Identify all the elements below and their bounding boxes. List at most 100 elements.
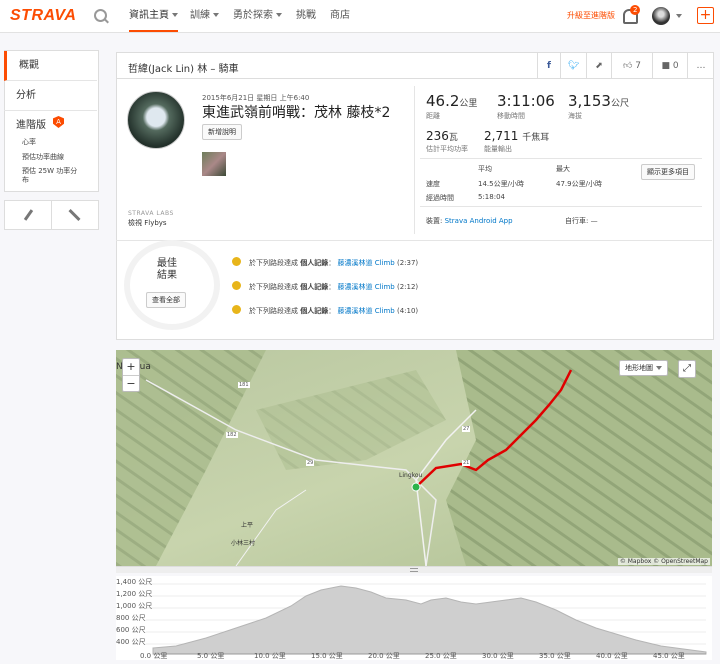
fullscreen-icon[interactable]: ⤢ xyxy=(678,360,696,378)
kudos-button[interactable]: 👍︎ 7 xyxy=(611,53,652,79)
map-road-label: 181 xyxy=(238,382,250,388)
bike-info: 自行車: — xyxy=(565,217,598,225)
upgrade-link[interactable]: 升級至進階版 xyxy=(567,10,615,21)
view-all-button[interactable]: 查看全部 xyxy=(146,292,186,308)
elevation-chart xyxy=(146,583,707,655)
athlete-avatar[interactable] xyxy=(127,91,185,149)
twitter-share-icon[interactable]: 🐦︎ xyxy=(560,53,586,79)
nav-challenges[interactable]: 挑戰 xyxy=(296,0,316,32)
power-value: 236瓦 xyxy=(426,129,458,143)
x-axis-label: 0.0 公里 xyxy=(140,652,168,660)
x-axis-label: 5.0 公里 xyxy=(197,652,225,660)
x-axis-label: 10.0 公里 xyxy=(254,652,286,660)
facebook-share-icon[interactable]: f xyxy=(537,53,560,79)
elapsed-value: 5:18:04 xyxy=(478,193,505,201)
nav-training[interactable]: 訓練 xyxy=(190,0,219,32)
x-axis-label: 15.0 公里 xyxy=(311,652,343,660)
sidebar-item-overview[interactable]: 概觀 xyxy=(4,51,97,81)
add-activity-button[interactable]: + xyxy=(697,7,714,24)
sidebar-sub-heartrate[interactable]: 心率 xyxy=(22,137,36,147)
speed-max: 47.9公里/小時 xyxy=(556,180,602,188)
y-axis-label: 400 公尺 xyxy=(116,638,146,646)
segment-link[interactable]: 藤濃溪林道 Climb xyxy=(337,307,394,315)
activity-header-title: 哲緯(Jack Lin) 林 – 騎車 xyxy=(128,64,239,75)
segment-link[interactable]: 藤濃溪林道 Climb xyxy=(337,283,394,291)
route-start-marker xyxy=(411,482,421,492)
top-navigation: STRAVA 資訊主頁 訓練 勇於探索 挑戰 商店 升級至進階版 2 + xyxy=(0,0,720,33)
comment-icon: ■ xyxy=(661,61,670,71)
activity-title: 東進武嶺前哨戰：茂林 藤枝*2 xyxy=(202,105,391,121)
nav-explore[interactable]: 勇於探索 xyxy=(233,0,282,32)
achievement-row: 於下列路段達成 個人記錄： 藤濃溪林道 Climb (2:12) xyxy=(249,283,419,291)
sidebar-item-analysis[interactable]: 分析 xyxy=(4,81,97,111)
strava-labs-label: STRAVA LABS xyxy=(128,210,174,217)
power-label: 估計平均功率 xyxy=(426,145,468,153)
zoom-out-button[interactable]: − xyxy=(123,376,139,391)
map-road-label: 29 xyxy=(306,460,315,466)
energy-label: 能量輸出 xyxy=(484,145,512,153)
map-road-label: 21 xyxy=(462,460,471,466)
segment-link[interactable]: 藤濃溪林道 Climb xyxy=(337,259,394,267)
nav-dashboard[interactable]: 資訊主頁 xyxy=(129,0,178,32)
zoom-control: + − xyxy=(122,358,140,392)
more-options-button[interactable]: … xyxy=(687,53,714,79)
moving-time-label: 移動時間 xyxy=(497,112,525,120)
map-place-label: 小林三村 xyxy=(231,540,256,547)
pr-medal-icon xyxy=(232,281,241,290)
add-description-button[interactable]: 新增說明 xyxy=(202,124,242,140)
chevron-down-icon xyxy=(276,13,282,17)
divider xyxy=(420,158,702,159)
strava-logo[interactable]: STRAVA xyxy=(10,7,76,25)
col-avg-header: 平均 xyxy=(478,165,492,173)
map-attribution: © Mapbox © OpenStreetMap xyxy=(617,558,710,565)
elevation-profile[interactable] xyxy=(116,576,712,660)
nav-store[interactable]: 商店 xyxy=(330,0,350,32)
flybys-link[interactable]: 檢視 Flybys xyxy=(128,218,167,228)
col-max-header: 最大 xyxy=(556,165,570,173)
show-more-button[interactable]: 顯示更多項目 xyxy=(641,164,695,180)
map-resize-handle[interactable] xyxy=(116,566,712,573)
sidebar-sub-power-curve[interactable]: 預估功率曲線 xyxy=(22,152,64,162)
y-axis-label: 1,400 公尺 xyxy=(116,578,153,586)
share-icon[interactable]: ⬈ xyxy=(586,53,611,79)
activity-header: 哲緯(Jack Lin) 林 – 騎車 f 🐦︎ ⬈ 👍︎ 7 ■ 0 … xyxy=(116,52,714,79)
comments-button[interactable]: ■ 0 xyxy=(652,53,687,79)
x-axis-label: 35.0 公里 xyxy=(539,652,571,660)
notification-badge: 2 xyxy=(630,5,641,15)
chevron-down-icon xyxy=(213,13,219,17)
best-results-heading-2: 結果 xyxy=(157,270,177,281)
distance-value: 46.2公里 xyxy=(426,92,478,110)
map-style-select[interactable]: 地形地圖 xyxy=(619,360,668,376)
elapsed-label: 經過時間 xyxy=(426,194,454,202)
divider xyxy=(414,86,415,234)
x-axis-label: 45.0 公里 xyxy=(653,652,685,660)
map-place-label: Lingkou xyxy=(399,472,423,479)
sidebar-tools xyxy=(4,200,99,230)
speed-label: 速度 xyxy=(426,180,440,188)
user-avatar[interactable] xyxy=(652,7,670,25)
map-road-label: 182 xyxy=(226,432,238,438)
map-place-label: 上平 xyxy=(241,522,254,529)
edit-pencil-icon[interactable] xyxy=(23,209,34,221)
map-road-label: 27 xyxy=(462,426,471,432)
zoom-in-button[interactable]: + xyxy=(123,359,139,376)
x-axis-label: 40.0 公里 xyxy=(596,652,628,660)
thumbs-up-icon: 👍︎ xyxy=(622,61,633,71)
y-axis-label: 800 公尺 xyxy=(116,614,146,622)
sidebar-sub-power-distribution[interactable]: 預估 25W 功率分布 xyxy=(22,167,82,185)
activity-photo[interactable] xyxy=(202,152,226,176)
y-axis-label: 1,200 公尺 xyxy=(116,590,153,598)
x-axis-label: 25.0 公里 xyxy=(425,652,457,660)
achievement-row: 於下列路段達成 個人記錄： 藤濃溪林道 Climb (4:10) xyxy=(249,307,419,315)
divider xyxy=(116,240,712,241)
divider xyxy=(51,201,52,229)
divider xyxy=(420,206,702,207)
chevron-down-icon[interactable] xyxy=(676,14,682,18)
x-axis-label: 20.0 公里 xyxy=(368,652,400,660)
wrench-icon[interactable] xyxy=(68,208,81,222)
y-axis-label: 600 公尺 xyxy=(116,626,146,634)
y-axis-label: 1,000 公尺 xyxy=(116,602,153,610)
sidebar-item-premium[interactable]: 進階版 xyxy=(4,111,97,141)
route-map[interactable]: Nanhua 上平 小林三村 Lingkou 181 182 29 27 21 … xyxy=(116,350,712,566)
search-icon[interactable] xyxy=(94,9,107,22)
